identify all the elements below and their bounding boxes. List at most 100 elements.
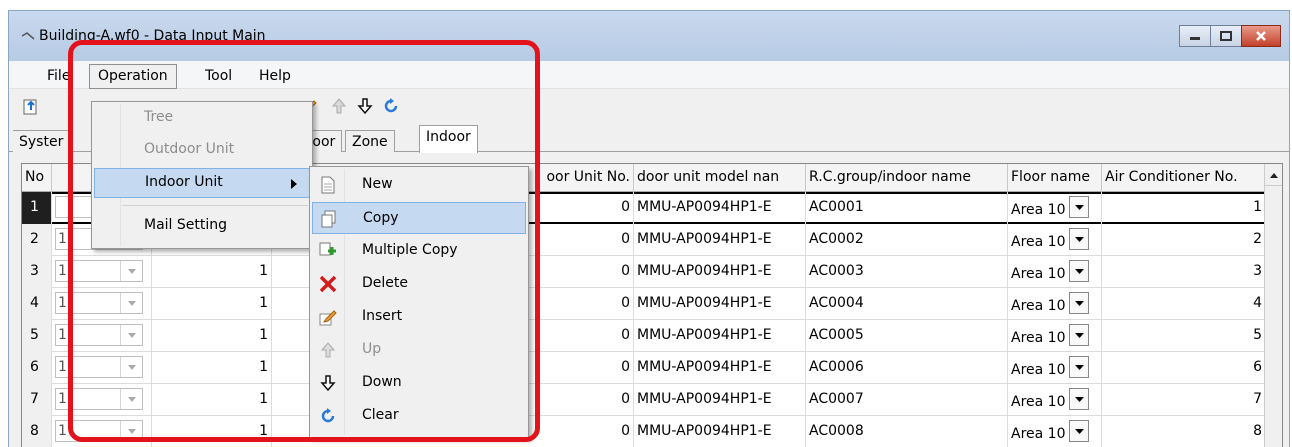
- submenu-item-up[interactable]: Up: [312, 334, 526, 366]
- down-arrow-icon[interactable]: [355, 96, 375, 116]
- row-number[interactable]: 5: [22, 320, 52, 352]
- chevron-down-icon[interactable]: [1069, 260, 1090, 282]
- chevron-down-icon[interactable]: [120, 421, 142, 441]
- indoor-name-cell[interactable]: AC0006: [806, 352, 1008, 384]
- indoor-name-cell[interactable]: AC0004: [806, 288, 1008, 320]
- combo-cell[interactable]: 1: [52, 384, 152, 416]
- menu-operation[interactable]: Operation: [89, 64, 177, 89]
- value-cell[interactable]: 1: [152, 352, 272, 384]
- floor-name-cell[interactable]: Area 10: [1008, 224, 1102, 256]
- row-number[interactable]: 4: [22, 288, 52, 320]
- ac-no-cell[interactable]: 1: [1102, 192, 1266, 224]
- model-name-cell[interactable]: MMU-AP0094HP1-E: [634, 320, 806, 352]
- value-cell[interactable]: 1: [152, 416, 272, 447]
- combo-cell[interactable]: 1: [52, 352, 152, 384]
- refresh-icon[interactable]: [381, 96, 401, 116]
- submenu-item-new[interactable]: New: [312, 169, 526, 201]
- row-number[interactable]: 1: [22, 192, 52, 224]
- floor-name-cell[interactable]: Area 10: [1008, 256, 1102, 288]
- floor-name-cell[interactable]: Area 10: [1008, 288, 1102, 320]
- menu-item-tree[interactable]: Tree: [94, 104, 310, 134]
- table-row[interactable]: 6 1 1 0 MMU-AP0094HP1-E AC0006 Area 10 6: [22, 352, 1282, 384]
- close-button[interactable]: [1241, 25, 1281, 47]
- up-arrow-icon[interactable]: [329, 96, 349, 116]
- chevron-down-icon[interactable]: [120, 357, 142, 377]
- table-row[interactable]: 4 1 1 0 MMU-AP0094HP1-E AC0004 Area 10 4: [22, 288, 1282, 320]
- table-row[interactable]: 3 1 1 0 MMU-AP0094HP1-E AC0003 Area 10 3: [22, 256, 1282, 288]
- table-row[interactable]: 7 1 1 0 MMU-AP0094HP1-E AC0007 Area 10 7: [22, 384, 1282, 416]
- floor-name-cell[interactable]: Area 10: [1008, 192, 1102, 224]
- value-cell[interactable]: 1: [152, 288, 272, 320]
- combo-cell[interactable]: 1: [52, 288, 152, 320]
- header-no[interactable]: No: [22, 164, 52, 192]
- minimize-button[interactable]: [1179, 25, 1211, 47]
- header-indoor-name[interactable]: R.C.group/indoor name: [806, 164, 1008, 192]
- model-name-cell[interactable]: MMU-AP0094HP1-E: [634, 384, 806, 416]
- vertical-scrollbar[interactable]: [1264, 164, 1282, 447]
- menu-item-mail-setting[interactable]: Mail Setting: [94, 212, 310, 242]
- chevron-down-icon[interactable]: [1069, 388, 1090, 410]
- ac-no-cell[interactable]: 4: [1102, 288, 1266, 320]
- submenu-item-copy[interactable]: Copy: [312, 202, 526, 234]
- row-number[interactable]: 3: [22, 256, 52, 288]
- header-floor-name[interactable]: Floor name: [1008, 164, 1102, 192]
- model-name-cell[interactable]: MMU-AP0094HP1-E: [634, 288, 806, 320]
- value-cell[interactable]: 1: [152, 256, 272, 288]
- ac-no-cell[interactable]: 8: [1102, 416, 1266, 447]
- row-number[interactable]: 6: [22, 352, 52, 384]
- ac-no-cell[interactable]: 5: [1102, 320, 1266, 352]
- submenu-item-delete[interactable]: Delete: [312, 268, 526, 300]
- value-cell[interactable]: 1: [152, 384, 272, 416]
- indoor-name-cell[interactable]: AC0007: [806, 384, 1008, 416]
- combo-box[interactable]: 1: [55, 324, 143, 346]
- import-icon[interactable]: [21, 96, 41, 116]
- header-ac-no[interactable]: Air Conditioner No.: [1102, 164, 1266, 192]
- table-row[interactable]: 5 1 1 0 MMU-AP0094HP1-E AC0005 Area 10 5: [22, 320, 1282, 352]
- row-number[interactable]: 8: [22, 416, 52, 447]
- menu-help[interactable]: Help: [251, 65, 299, 87]
- chevron-down-icon[interactable]: [120, 325, 142, 345]
- tab-indoor[interactable]: Indoor: [419, 125, 478, 153]
- combo-cell[interactable]: 1: [52, 256, 152, 288]
- chevron-down-icon[interactable]: [1069, 292, 1090, 314]
- chevron-down-icon[interactable]: [1069, 356, 1090, 378]
- menu-tool[interactable]: Tool: [197, 65, 240, 87]
- chevron-down-icon[interactable]: [1069, 420, 1090, 442]
- indoor-name-cell[interactable]: AC0001: [806, 192, 1008, 224]
- indoor-name-cell[interactable]: AC0003: [806, 256, 1008, 288]
- floor-name-cell[interactable]: Area 10: [1008, 352, 1102, 384]
- chevron-down-icon[interactable]: [1069, 324, 1090, 346]
- combo-cell[interactable]: 1: [52, 320, 152, 352]
- model-name-cell[interactable]: MMU-AP0094HP1-E: [634, 192, 806, 224]
- row-number[interactable]: 2: [22, 224, 52, 256]
- menu-item-indoor-unit[interactable]: Indoor Unit: [94, 168, 310, 198]
- combo-box[interactable]: 1: [55, 260, 143, 282]
- combo-box[interactable]: 1: [55, 420, 143, 442]
- chevron-down-icon[interactable]: [1069, 228, 1090, 250]
- ac-no-cell[interactable]: 3: [1102, 256, 1266, 288]
- ac-no-cell[interactable]: 2: [1102, 224, 1266, 256]
- value-cell[interactable]: 1: [152, 320, 272, 352]
- indoor-name-cell[interactable]: AC0008: [806, 416, 1008, 447]
- combo-cell[interactable]: 1: [52, 416, 152, 447]
- indoor-name-cell[interactable]: AC0005: [806, 320, 1008, 352]
- ac-no-cell[interactable]: 6: [1102, 352, 1266, 384]
- chevron-down-icon[interactable]: [120, 261, 142, 281]
- maximize-button[interactable]: [1210, 25, 1242, 47]
- table-row[interactable]: 8 1 1 0 MMU-AP0094HP1-E AC0008 Area 10 8: [22, 416, 1282, 447]
- combo-box[interactable]: 1: [55, 356, 143, 378]
- floor-name-cell[interactable]: Area 10: [1008, 320, 1102, 352]
- model-name-cell[interactable]: MMU-AP0094HP1-E: [634, 224, 806, 256]
- chevron-down-icon[interactable]: [120, 389, 142, 409]
- menu-file[interactable]: File: [39, 65, 78, 87]
- combo-box[interactable]: 1: [55, 388, 143, 410]
- submenu-item-down[interactable]: Down: [312, 367, 526, 399]
- chevron-down-icon[interactable]: [120, 293, 142, 313]
- header-model-name[interactable]: door unit model nan: [634, 164, 806, 192]
- menu-item-outdoor-unit[interactable]: Outdoor Unit: [94, 136, 310, 166]
- scroll-up-icon[interactable]: [1265, 164, 1282, 186]
- indoor-name-cell[interactable]: AC0002: [806, 224, 1008, 256]
- model-name-cell[interactable]: MMU-AP0094HP1-E: [634, 256, 806, 288]
- model-name-cell[interactable]: MMU-AP0094HP1-E: [634, 416, 806, 447]
- row-number[interactable]: 7: [22, 384, 52, 416]
